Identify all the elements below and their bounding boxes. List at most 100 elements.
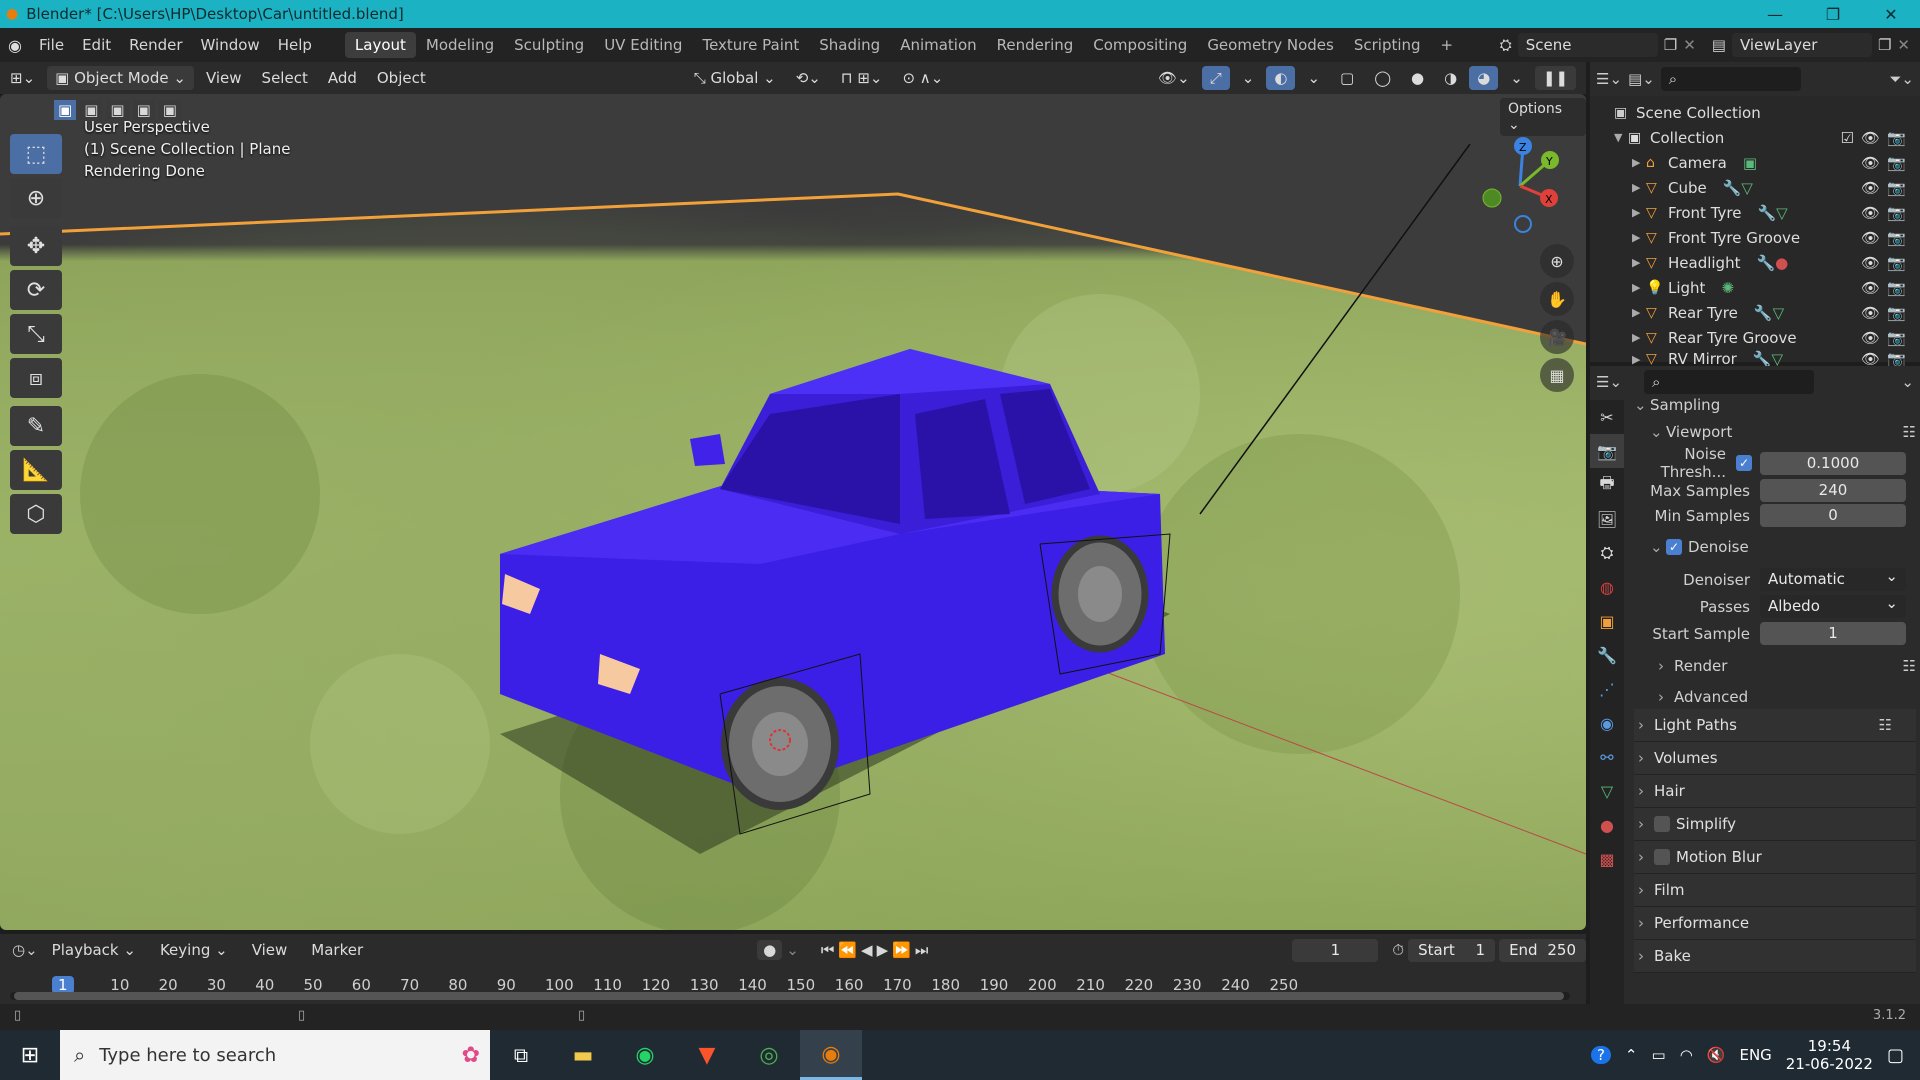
view-layer-field[interactable]: ViewLayer (1731, 33, 1872, 57)
gizmo-toggle-icon[interactable]: ⤢ (1201, 66, 1230, 90)
material-shading-icon[interactable]: ◑ (1436, 66, 1465, 90)
section-volumes[interactable]: › Volumes (1634, 742, 1916, 775)
blender-taskbar-icon[interactable]: ◉ (800, 1030, 862, 1080)
properties-editor-type-icon[interactable]: ☰⌄ (1596, 373, 1622, 391)
menu-window[interactable]: Window (192, 36, 269, 54)
tab-sculpting[interactable]: Sculpting (504, 32, 594, 58)
pause-render-icon[interactable]: ❚❚ (1534, 66, 1576, 90)
timeline-scroll-thumb[interactable] (14, 992, 1564, 1000)
material-tab-icon[interactable]: ● (1590, 808, 1624, 842)
select-invert-icon[interactable]: ▣ (132, 100, 155, 120)
outliner-search-input[interactable]: ⌕ (1660, 67, 1801, 91)
expand-triangle-icon[interactable]: ▶ (1632, 353, 1646, 366)
presets-list-icon[interactable]: ☷ (1879, 716, 1892, 734)
outliner-item-rear-tyre-groove[interactable]: ▶ ▽ Rear Tyre Groove 👁 📷 (1614, 325, 1920, 350)
menu-select[interactable]: Select (254, 66, 316, 90)
start-frame-field[interactable]: Start 1 (1408, 938, 1496, 962)
properties-search-input[interactable]: ⌕ (1644, 370, 1815, 394)
battery-icon[interactable]: ▭ (1652, 1046, 1666, 1064)
constraints-tab-icon[interactable]: ⚯ (1590, 740, 1624, 774)
mode-select[interactable]: ▣ Object Mode ⌄ (47, 66, 194, 90)
tab-compositing[interactable]: Compositing (1083, 32, 1197, 58)
menu-render[interactable]: Render (120, 36, 191, 54)
xray-icon[interactable]: ▢ (1332, 66, 1362, 90)
camera-view-icon[interactable]: 🎥 (1540, 320, 1574, 354)
record-icon[interactable]: ● (757, 940, 783, 960)
wireframe-shading-icon[interactable]: ◯ (1366, 66, 1399, 90)
expand-triangle-icon[interactable]: ▶ (1632, 256, 1646, 269)
new-scene-icon[interactable]: ❐ (1664, 36, 1677, 54)
shading-dropdown-icon[interactable]: ⌄ (1502, 66, 1531, 90)
tab-uv-editing[interactable]: UV Editing (594, 32, 692, 58)
proportional-edit-icon[interactable]: ⊙ ∧⌄ (894, 66, 951, 90)
gizmo-dropdown-icon[interactable]: ⌄ (1234, 66, 1263, 90)
transform-orientation-select[interactable]: ⤡ Global ⌄ (686, 66, 784, 90)
render-tab-icon[interactable]: 📷 (1590, 434, 1624, 468)
task-view-icon[interactable]: ⧉ (490, 1043, 552, 1067)
render-camera-icon[interactable]: 📷 (1887, 254, 1906, 272)
scene-field[interactable]: Scene (1517, 33, 1658, 57)
move-tool-icon[interactable]: ✥ (10, 226, 62, 266)
presets-list-icon[interactable]: ☷ (1903, 423, 1916, 441)
presets-list-icon[interactable]: ☷ (1903, 657, 1916, 675)
min-samples-field[interactable]: 0 (1760, 504, 1906, 527)
timeline-scrollbar[interactable] (10, 992, 1570, 1000)
denoiser-select[interactable]: Automatic (1760, 565, 1906, 591)
view-layer-icon[interactable]: ▤ (1712, 36, 1726, 54)
outliner-item-camera[interactable]: ▶ ⌂ Camera ▣ 👁 📷 (1614, 150, 1920, 175)
keying-menu[interactable]: Keying ⌄ (152, 938, 236, 962)
notifications-icon[interactable]: ▢ (1887, 1045, 1904, 1066)
select-new-icon[interactable]: ▣ (54, 100, 77, 120)
select-box-tool-icon[interactable]: ⬚ (10, 134, 62, 174)
rotate-tool-icon[interactable]: ⟳ (10, 270, 62, 310)
blender-menu-icon[interactable]: ◉ (0, 36, 30, 55)
help-icon[interactable]: ? (1590, 1046, 1611, 1064)
expand-triangle-icon[interactable]: ▶ (1632, 281, 1646, 294)
next-keyframe-icon[interactable]: ⏩ (892, 941, 911, 959)
motion-blur-checkbox[interactable] (1654, 849, 1670, 865)
snap-icon[interactable]: ⊓ ⊞⌄ (833, 66, 891, 90)
maximize-button[interactable]: ❐ (1804, 5, 1862, 24)
measure-tool-icon[interactable]: 📐 (10, 450, 62, 490)
modifier-tab-icon[interactable]: 🔧 (1590, 638, 1624, 672)
noise-threshold-checkbox[interactable]: ✓ (1736, 455, 1752, 471)
denoise-subpanel-header[interactable]: ⌄ ✓ Denoise (1634, 528, 1916, 566)
select-extend-icon[interactable]: ▣ (80, 100, 103, 120)
section-motion-blur[interactable]: › Motion Blur (1634, 841, 1916, 874)
object-tab-icon[interactable]: ▣ (1590, 604, 1624, 638)
add-workspace-icon[interactable]: + (1431, 32, 1464, 58)
outliner-item-front-tyre-groove[interactable]: ▶ ▽ Front Tyre Groove 👁 📷 (1614, 225, 1920, 250)
eye-icon[interactable]: 👁 (1861, 304, 1880, 322)
pivot-icon[interactable]: ⟲⌄ (788, 66, 829, 90)
eye-icon[interactable]: 👁 (1861, 254, 1880, 272)
minimize-button[interactable]: — (1746, 5, 1804, 24)
play-reverse-icon[interactable]: ◀ (861, 941, 873, 959)
delete-view-layer-icon[interactable]: ✕ (1897, 36, 1910, 54)
stopwatch-icon[interactable]: ⏱ (1392, 941, 1404, 959)
tab-geometry-nodes[interactable]: Geometry Nodes (1197, 32, 1344, 58)
file-explorer-icon[interactable]: ▬ (552, 1043, 614, 1068)
close-button[interactable]: ✕ (1862, 5, 1920, 24)
simplify-checkbox[interactable] (1654, 816, 1670, 832)
scene-tab-icon[interactable]: ⛭ (1590, 536, 1624, 570)
denoise-checkbox[interactable]: ✓ (1666, 539, 1682, 555)
render-camera-icon[interactable]: 📷 (1887, 329, 1906, 347)
physics-tab-icon[interactable]: ◉ (1590, 706, 1624, 740)
menu-object[interactable]: Object (369, 66, 434, 90)
end-frame-field[interactable]: End 250 (1499, 938, 1587, 962)
tab-rendering[interactable]: Rendering (987, 32, 1084, 58)
eye-icon[interactable]: 👁 (1861, 279, 1880, 297)
render-camera-icon[interactable]: 📷 (1887, 154, 1906, 172)
outliner-item-front-tyre[interactable]: ▶ ▽ Front Tyre 🔧 ▽ 👁 📷 (1614, 200, 1920, 225)
view-layer-tab-icon[interactable]: 🖼 (1590, 502, 1624, 536)
outliner-item-rear-tyre[interactable]: ▶ ▽ Rear Tyre 🔧 ▽ 👁 📷 (1614, 300, 1920, 325)
outliner-item-cube[interactable]: ▶ ▽ Cube 🔧 ▽ 👁 📷 (1614, 175, 1920, 200)
render-camera-icon[interactable]: 📷 (1887, 179, 1906, 197)
noise-threshold-field[interactable]: 0.1000 (1760, 451, 1906, 475)
section-performance[interactable]: › Performance (1634, 907, 1916, 940)
section-film[interactable]: › Film (1634, 874, 1916, 907)
options-button[interactable]: Options ⌄ (1500, 98, 1586, 136)
eye-icon[interactable]: 👁 (1861, 329, 1880, 347)
tab-texture-paint[interactable]: Texture Paint (692, 32, 809, 58)
menu-add[interactable]: Add (320, 66, 365, 90)
